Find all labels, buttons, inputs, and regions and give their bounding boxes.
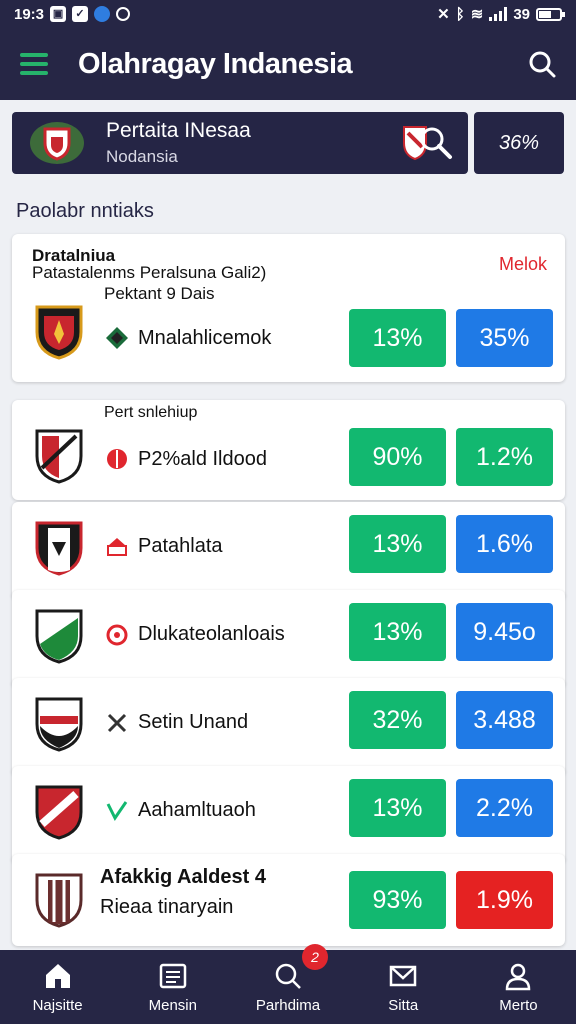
match-card[interactable]: Afakkig Aaldest 4 Rieaa tinaryain 93% 1.… — [12, 854, 565, 946]
featured-banner[interactable]: Pertaita INesaa Nodansia 36% — [12, 112, 564, 174]
team-crest-icon — [35, 305, 83, 360]
section-title: Paolabr nntiaks — [16, 200, 154, 222]
stat-blue-pill[interactable]: 2.2% — [456, 779, 553, 837]
banner-subtitle: Nodansia — [106, 147, 178, 166]
featured-match-card[interactable]: Dratalniua Patastalenms Peralsuna Gali2)… — [12, 234, 565, 382]
match-card[interactable]: Setin Unand 32% 3.488 — [12, 678, 565, 776]
view-more-link[interactable]: Melok — [499, 254, 547, 275]
check-icon — [106, 801, 128, 821]
stat-green-pill[interactable]: 13% — [349, 603, 446, 661]
team-name: Aahamltuaoh — [138, 799, 256, 821]
team-crest-icon — [35, 873, 83, 928]
card-title: Afakkig Aaldest 4 — [100, 866, 266, 888]
tab-mail[interactable]: Sitta — [346, 950, 461, 1024]
team-small-icon — [106, 624, 128, 646]
status-right-text: 39 — [513, 5, 530, 23]
banner-percentage[interactable]: 36% — [474, 112, 564, 174]
stat-blue-pill[interactable]: 3.488 — [456, 691, 553, 749]
banner-title: Pertaita INesaa — [106, 119, 251, 142]
tab-label: Sitta — [388, 996, 419, 1014]
league-crest-icon — [30, 122, 84, 164]
user-icon — [506, 963, 531, 990]
bluetooth-icon: ᛒ — [455, 5, 465, 23]
stat-green-pill[interactable]: 93% — [349, 871, 446, 929]
battery-icon — [536, 7, 565, 21]
team-crest-icon — [35, 697, 83, 752]
notification-badge: 2 — [302, 944, 328, 970]
stat-green-pill[interactable]: 13% — [349, 309, 446, 367]
team-small-icon — [106, 327, 128, 349]
news-icon — [159, 963, 187, 988]
wifi-icon: ≋ — [470, 6, 484, 23]
team-crest-icon — [35, 785, 83, 840]
match-card[interactable]: Pert snlehiup P2%ald Ildood 90% 1.2% — [12, 400, 565, 500]
signal-icon — [489, 7, 508, 21]
home-icon — [45, 963, 70, 988]
team-name: Patahlata — [138, 535, 223, 557]
team-crest-icon — [35, 429, 83, 484]
stat-green-pill[interactable]: 13% — [349, 779, 446, 837]
mute-icon: ✕ — [437, 6, 450, 23]
tab-news[interactable]: Mensin — [115, 950, 230, 1024]
team-crest-icon — [35, 521, 83, 576]
tools-icon — [107, 713, 127, 733]
stat-green-pill[interactable]: 13% — [349, 515, 446, 573]
team-name: Dlukateolanloais — [138, 623, 285, 645]
app-bar: Olahragay Indanesia — [0, 28, 576, 100]
shield-icon: ✓ — [72, 6, 89, 22]
card-subtitle: Rieaa tinaryain — [100, 896, 234, 918]
tab-label: Najsitte — [32, 996, 83, 1014]
card-subtitle: Patastalenms Peralsuna Gali2) — [32, 263, 267, 282]
alarm-icon — [116, 7, 131, 21]
stat-blue-pill[interactable]: 1.2% — [456, 428, 553, 486]
search-icon — [275, 963, 301, 989]
match-card[interactable]: Patahlata 13% 1.6% — [12, 502, 565, 600]
status-time: 19:3 — [14, 5, 45, 23]
stat-blue-pill[interactable]: 1.6% — [456, 515, 553, 573]
card-header: Pert snlehiup — [104, 404, 198, 421]
tab-label: Mensin — [148, 996, 197, 1014]
stat-blue-pill[interactable]: 35% — [456, 309, 553, 367]
team-name: Mnalahlicemok — [138, 327, 272, 349]
stat-green-pill[interactable]: 32% — [349, 691, 446, 749]
stat-green-pill[interactable]: 90% — [349, 428, 446, 486]
team-crest-icon — [35, 609, 83, 664]
bottom-nav: Najsitte Mensin 2 Parhdima Sitta Merto — [0, 944, 576, 1024]
card-subtitle-2: Pektant 9 Dais — [104, 284, 215, 303]
tab-profile[interactable]: Merto — [461, 950, 576, 1024]
browser-icon — [94, 6, 111, 22]
gallery-icon: ▣ — [50, 6, 67, 22]
app-title: Olahragay Indanesia — [78, 47, 353, 80]
tab-home[interactable]: Najsitte — [0, 950, 115, 1024]
tab-label: Parhdima — [255, 996, 321, 1014]
tab-label: Merto — [499, 996, 538, 1014]
team-small-icon — [107, 538, 127, 556]
search-icon[interactable] — [528, 50, 556, 78]
status-bar: 19:3 ▣ ✓ ✕ ᛒ ≋ 39 — [0, 0, 576, 28]
stat-blue-pill[interactable]: 9.45o — [456, 603, 553, 661]
stat-red-pill[interactable]: 1.9% — [456, 871, 553, 929]
team-name: Setin Unand — [138, 711, 249, 733]
tab-search[interactable]: 2 Parhdima — [230, 944, 345, 1024]
team-small-icon — [107, 449, 127, 469]
menu-icon[interactable] — [20, 53, 48, 75]
match-card[interactable]: Aahamltuaoh 13% 2.2% — [12, 766, 565, 864]
mail-icon — [389, 965, 417, 986]
search-crest-icon[interactable] — [402, 123, 454, 163]
match-card[interactable]: Dlukateolanloais 13% 9.45o — [12, 590, 565, 688]
team-name: P2%ald Ildood — [138, 448, 267, 470]
banner-main[interactable]: Pertaita INesaa Nodansia — [12, 112, 468, 174]
